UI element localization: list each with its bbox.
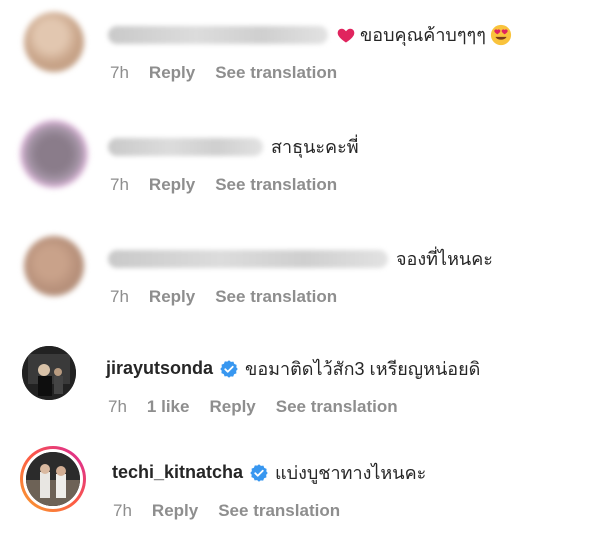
username-blurred[interactable]: [108, 137, 263, 156]
username-blurred[interactable]: [108, 249, 388, 268]
username-blurred[interactable]: [108, 25, 328, 44]
comment-item: สาธุนะคะพี่ 7h Reply See translation: [0, 112, 593, 222]
username[interactable]: techi_kitnatcha: [112, 462, 243, 483]
likes-count[interactable]: 1 like: [147, 397, 190, 417]
avatar-photo-icon: [26, 452, 80, 506]
comment-item: techi_kitnatcha แบ่งบูชาทางไหนคะ 7h Repl…: [0, 440, 593, 546]
see-translation-button[interactable]: See translation: [218, 501, 340, 521]
verified-badge-icon: [250, 463, 268, 482]
comment-time: 7h: [113, 501, 132, 520]
comment-text: ขอมาติดไว้สัก3 เหรียญหน่อยดิ: [245, 359, 481, 379]
avatar[interactable]: [24, 12, 84, 72]
heart-eyes-emoji-icon: [490, 24, 511, 45]
comment-item: จองที่ไหนคะ 7h Reply See translation: [0, 224, 593, 334]
see-translation-button[interactable]: See translation: [215, 63, 337, 83]
avatar[interactable]: [20, 120, 88, 188]
comment-time: 7h: [108, 397, 127, 416]
heart-emoji-icon: [337, 28, 355, 42]
comment-text: สาธุนะคะพี่: [271, 137, 359, 157]
avatar[interactable]: [22, 346, 76, 400]
avatar[interactable]: [24, 236, 84, 296]
comment-text: แบ่งบูชาทางไหนคะ: [275, 463, 427, 483]
comment-item: ขอบคุณค้าบๆๆๆ 7h Reply See translation: [0, 0, 593, 110]
username[interactable]: jirayutsonda: [106, 358, 213, 379]
comment-time: 7h: [110, 287, 129, 306]
reply-button[interactable]: Reply: [149, 175, 195, 195]
comment-text: ขอบคุณค้าบๆๆๆ: [360, 25, 486, 45]
story-ring[interactable]: [20, 446, 86, 512]
see-translation-button[interactable]: See translation: [215, 175, 337, 195]
reply-button[interactable]: Reply: [149, 63, 195, 83]
see-translation-button[interactable]: See translation: [215, 287, 337, 307]
comment-time: 7h: [110, 63, 129, 82]
see-translation-button[interactable]: See translation: [276, 397, 398, 417]
avatar: [26, 452, 80, 506]
reply-button[interactable]: Reply: [152, 501, 198, 521]
comment-time: 7h: [110, 175, 129, 194]
reply-button[interactable]: Reply: [149, 287, 195, 307]
comment-item: jirayutsonda ขอมาติดไว้สัก3 เหรียญหน่อยด…: [0, 336, 593, 436]
comment-text: จองที่ไหนคะ: [396, 249, 493, 269]
reply-button[interactable]: Reply: [209, 397, 255, 417]
avatar-photo-icon: [22, 346, 76, 400]
verified-badge-icon: [220, 359, 238, 378]
